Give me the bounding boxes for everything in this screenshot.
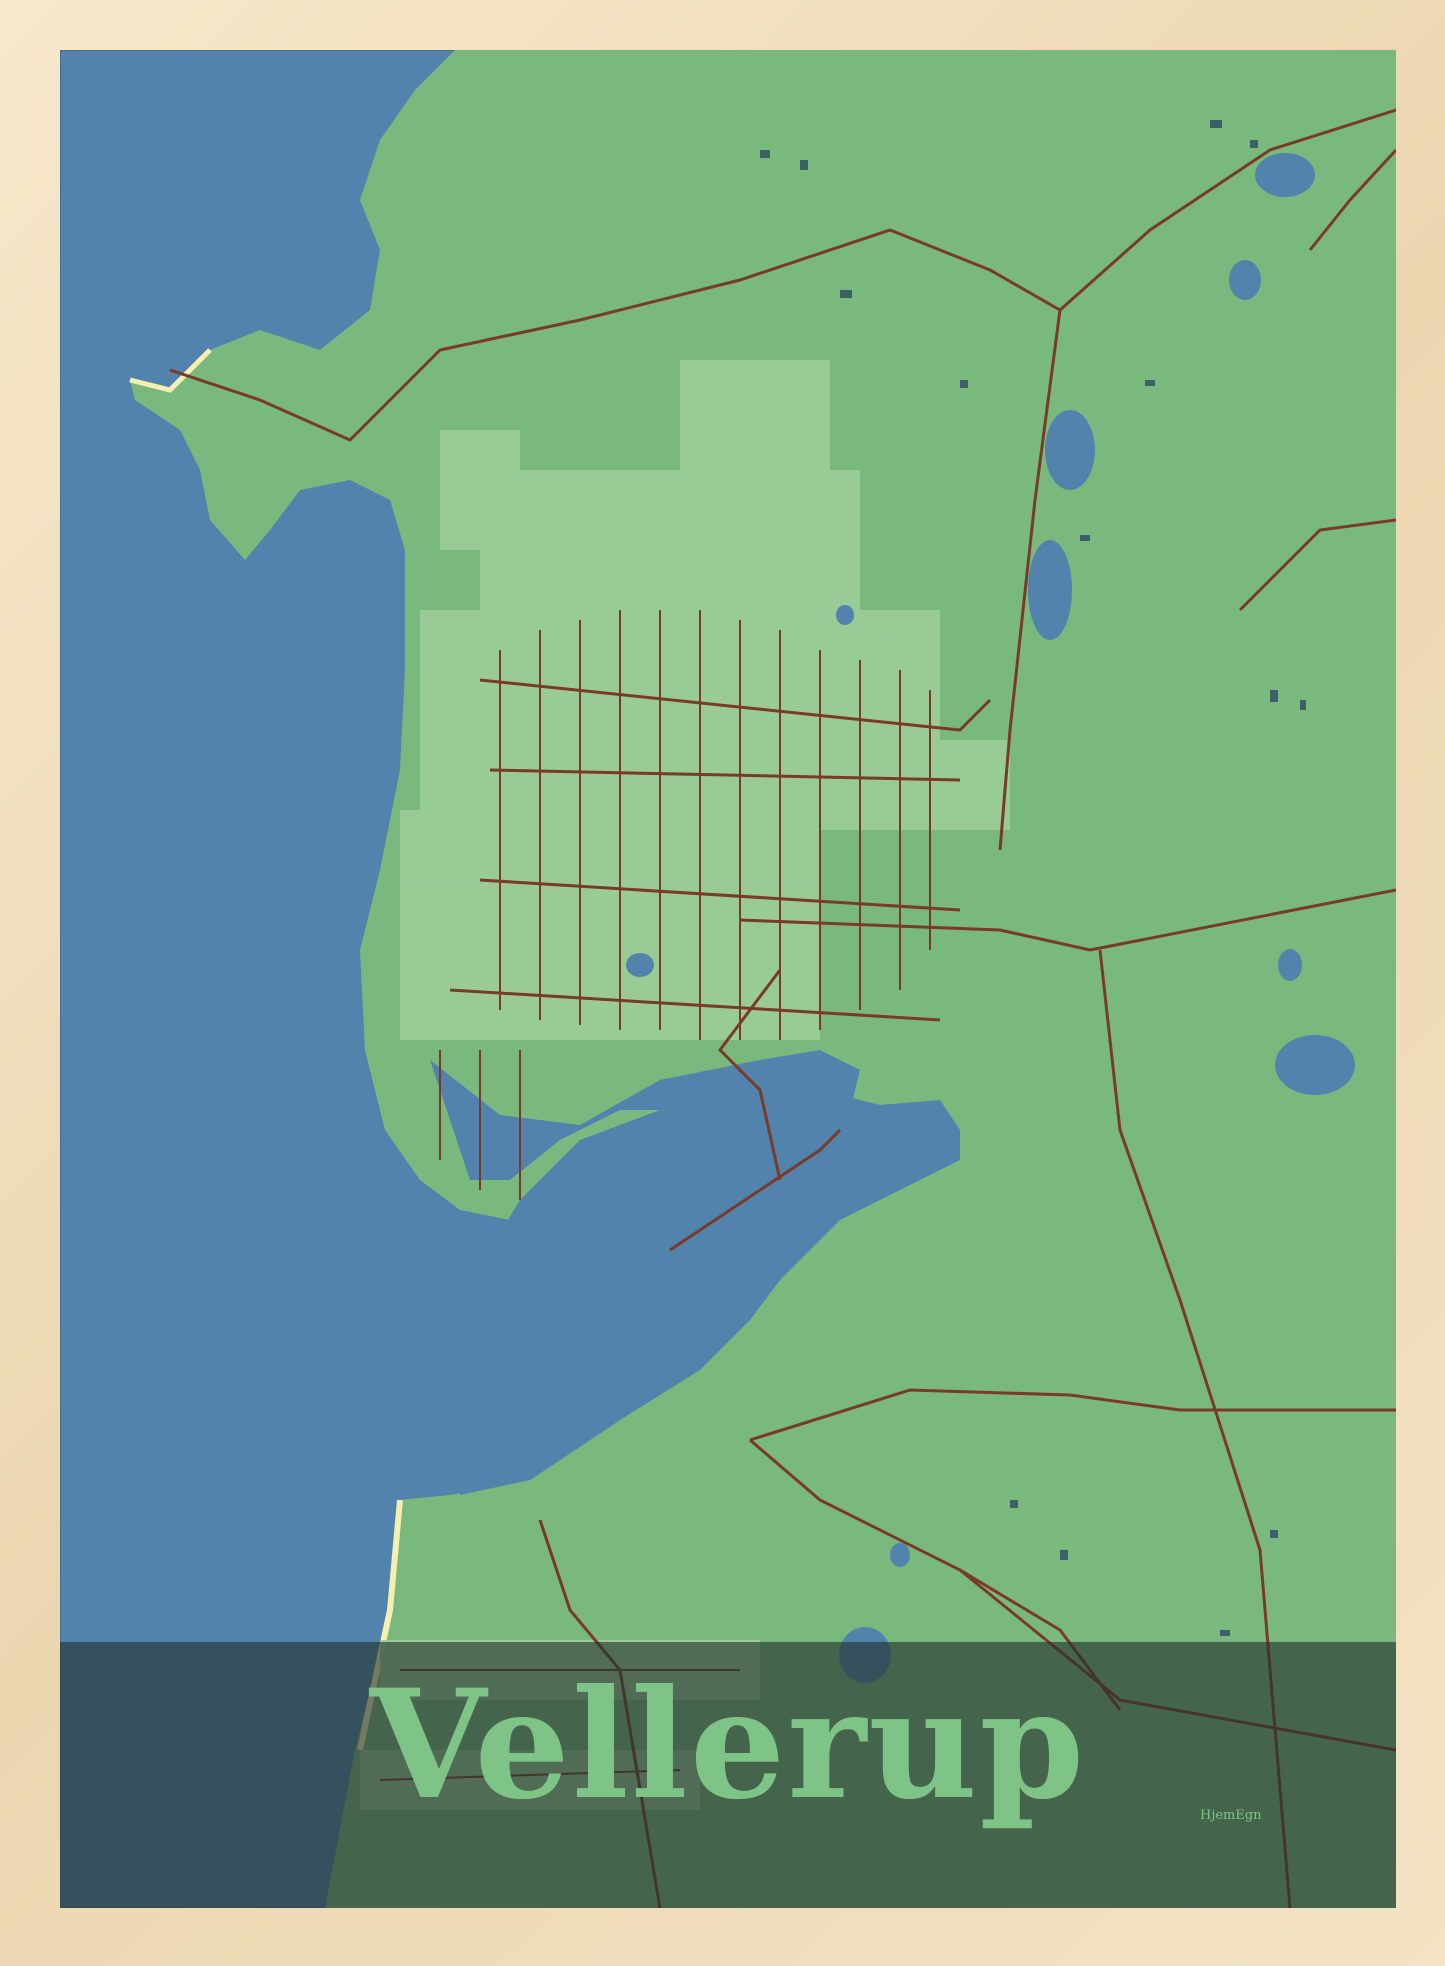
brand-signature: HjemEgn [1200, 1808, 1262, 1823]
map-poster: Vellerup HjemEgn [60, 50, 1396, 1908]
place-name-title: Vellerup [369, 1657, 1087, 1833]
map-canvas [129, 50, 1396, 1908]
